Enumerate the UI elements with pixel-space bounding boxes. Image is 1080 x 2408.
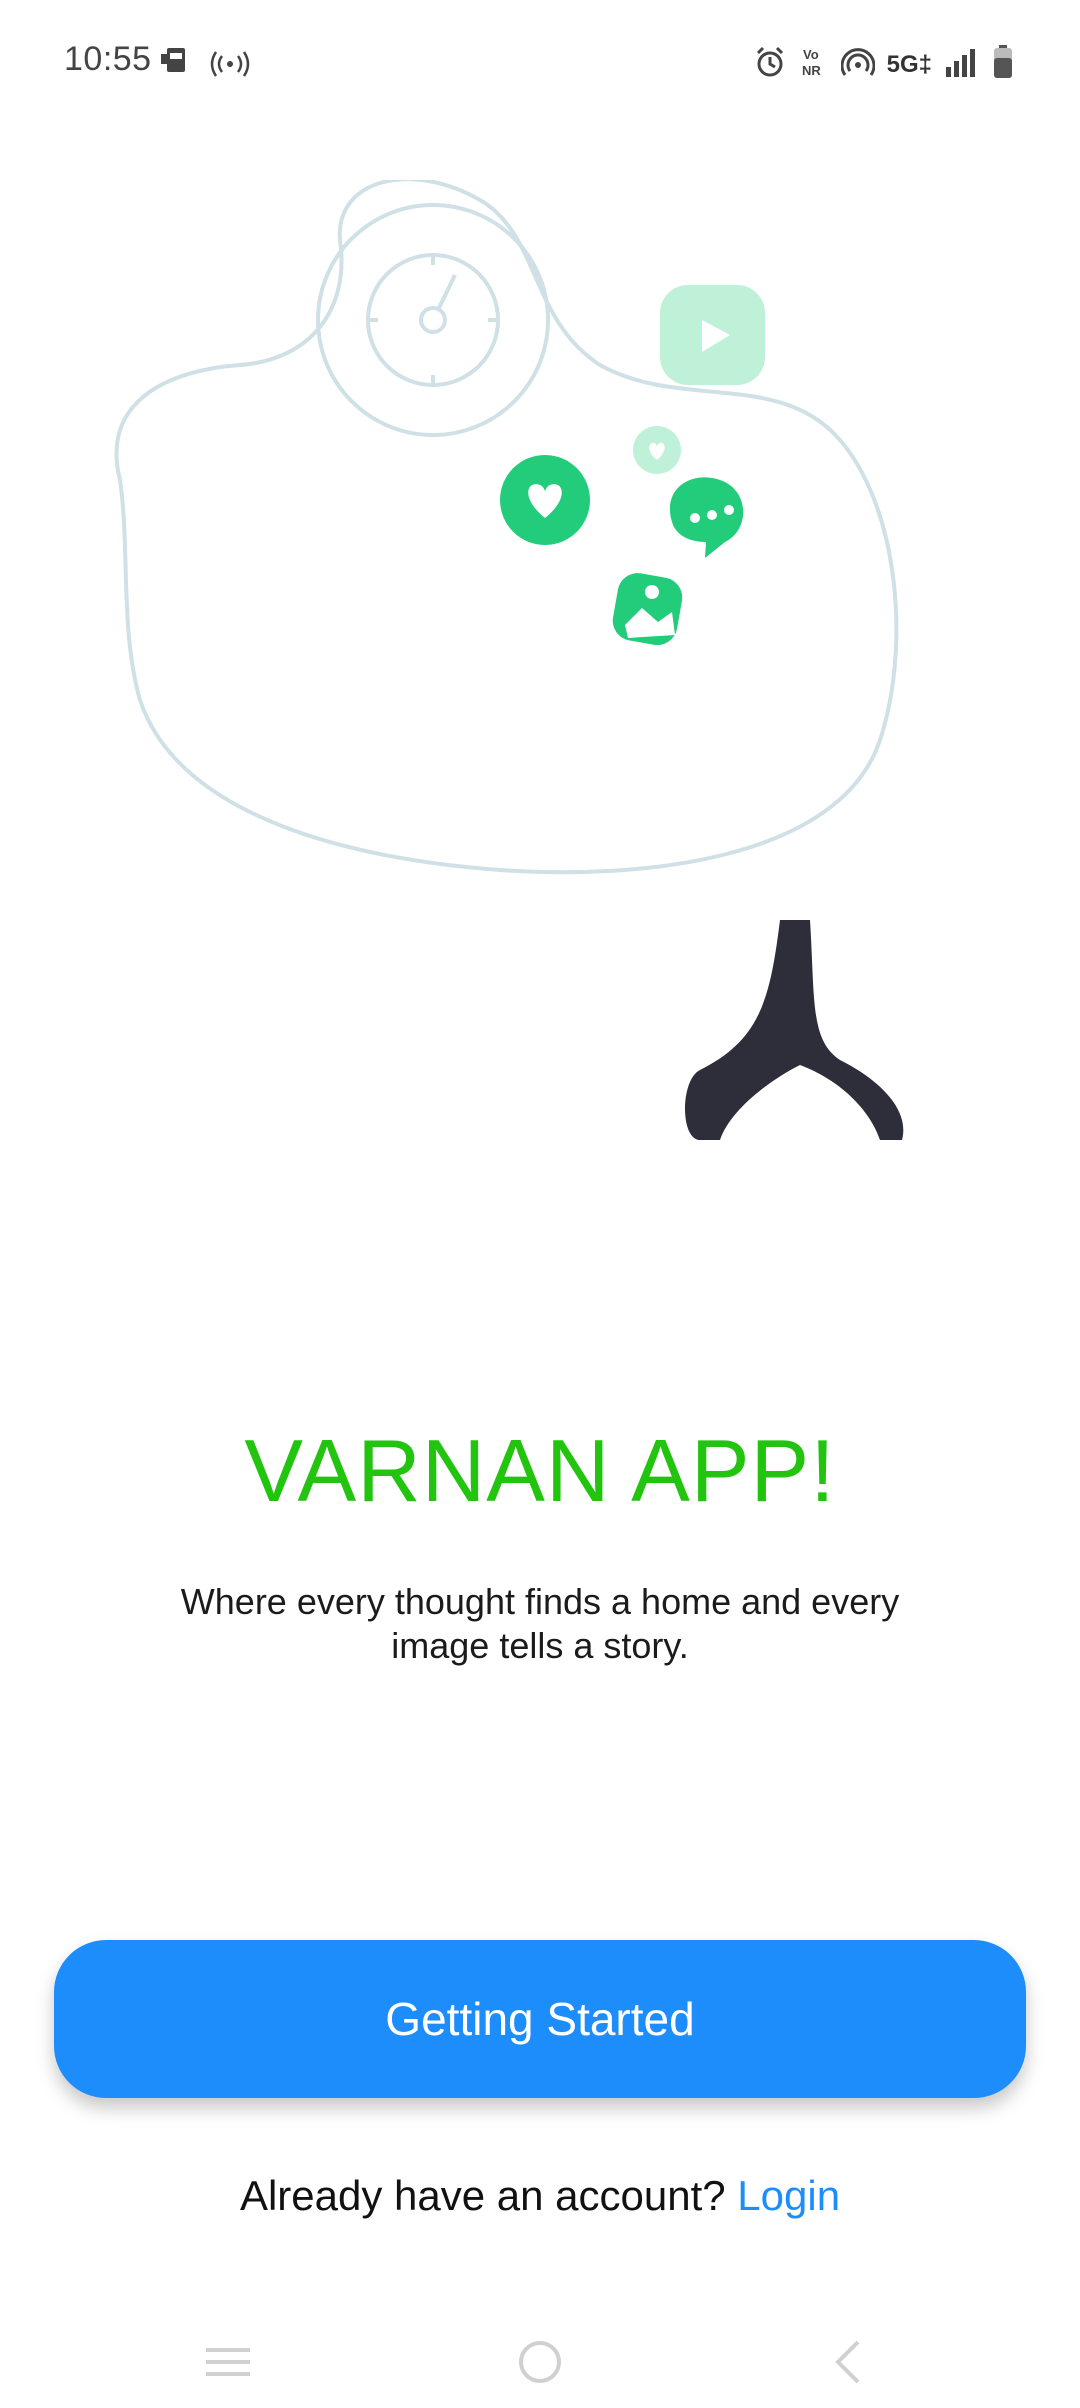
chat-icon (669, 477, 744, 558)
getting-started-button[interactable]: Getting Started (54, 1940, 1026, 2098)
system-nav-bar (0, 2310, 1080, 2408)
hotspot-signal-icon (840, 45, 876, 84)
play-icon (660, 285, 765, 385)
home-icon[interactable] (510, 2332, 570, 2392)
alarm-icon (753, 45, 787, 84)
back-icon[interactable] (820, 2332, 880, 2392)
login-row: Already have an account? Login (0, 2172, 1080, 2220)
tagline: Where every thought finds a home and eve… (180, 1581, 900, 1666)
hero-illustration: ="680" width="260" height="78" rx="20" f… (80, 177, 980, 1160)
login-prompt: Already have an account? (239, 2172, 726, 2219)
svg-text:Vo: Vo (803, 47, 819, 62)
small-heart-icon (633, 426, 681, 474)
nfc-card-icon (158, 44, 192, 83)
hotspot-icon (210, 44, 250, 83)
status-bar: 10:55 Vo NR 5G‡ (0, 0, 1080, 130)
heart-icon (500, 455, 590, 545)
status-time: 10:55 (64, 40, 152, 78)
menu-icon[interactable] (198, 2332, 258, 2392)
status-right-icons: Vo NR 5G‡ (753, 44, 1014, 85)
status-left-icons (158, 44, 250, 83)
battery-icon (992, 44, 1014, 85)
network-type-label: 5G‡ (886, 50, 932, 78)
svg-text:NR: NR (802, 63, 821, 78)
signal-icon (944, 45, 980, 84)
login-link[interactable]: Login (737, 2172, 840, 2219)
app-title: VARNAN APP! (244, 1421, 836, 1520)
image-icon (612, 573, 683, 646)
clock-icon (316, 203, 550, 437)
vonr-icon: Vo NR (799, 45, 829, 84)
